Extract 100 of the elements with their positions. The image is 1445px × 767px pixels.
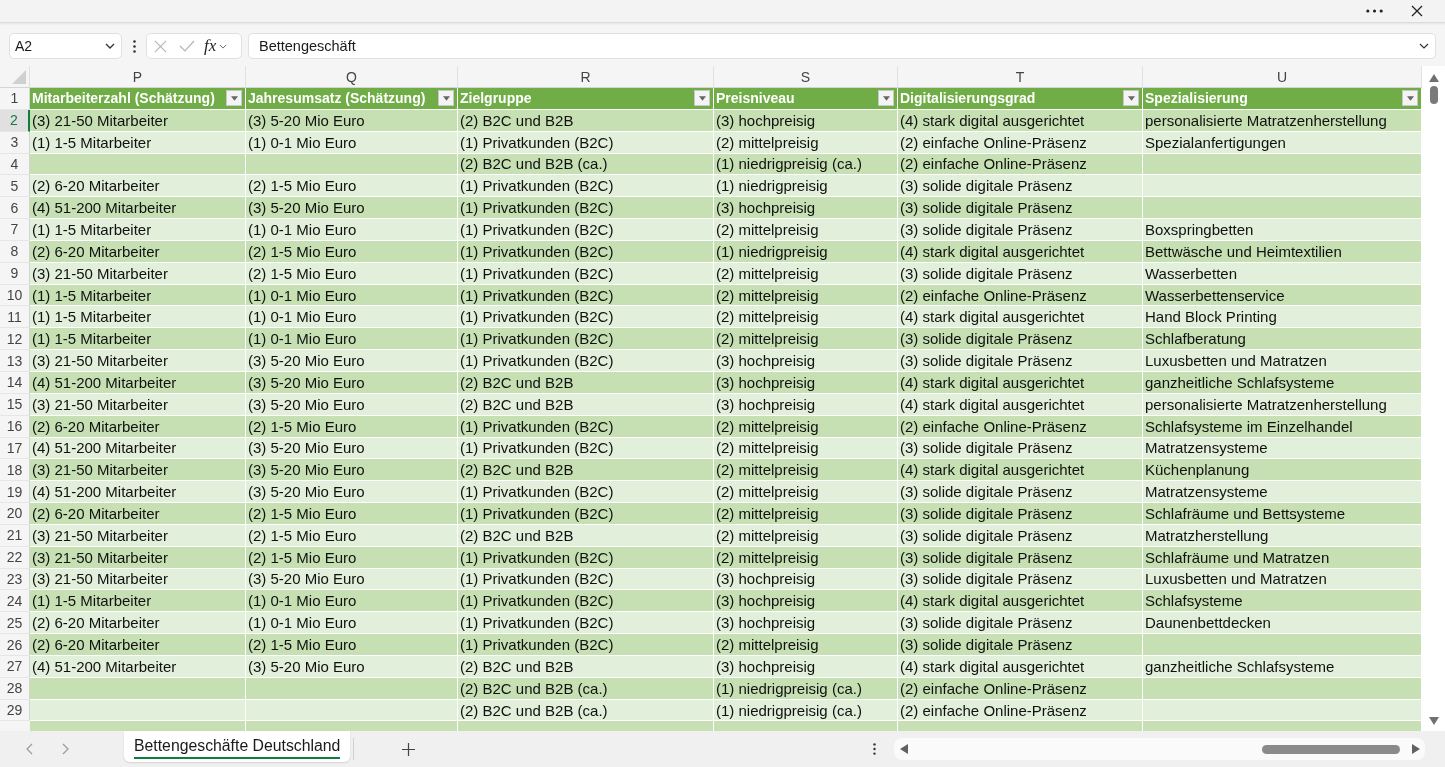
table-cell: Spezialanfertigungen [1143, 131, 1422, 154]
table-cell: (2) 1-5 Mio Euro [246, 415, 458, 438]
row-number: 7 [0, 219, 30, 241]
filter-button[interactable] [694, 90, 710, 107]
table-cell: (1) Privatkunden (B2C) [458, 131, 714, 154]
scroll-down-icon[interactable] [1428, 717, 1439, 725]
scrollbar-thumb[interactable] [1429, 86, 1438, 104]
table-cell: ganzheitliche Schlafsysteme [1143, 371, 1422, 394]
column-header: Digitalisierungsgrad [900, 90, 1036, 107]
row-number: 29 [0, 699, 30, 722]
table-cell: (2) mittelpreisig [714, 437, 898, 460]
table-cell: (3) 21-50 Mitarbeiter [30, 350, 246, 372]
table-cell: (4) 51-200 Mitarbeiter [30, 481, 246, 504]
row-number: 18 [0, 459, 30, 482]
row-number: 21 [0, 524, 30, 547]
table-cell: (1) Privatkunden (B2C) [458, 568, 714, 591]
table-cell: Schlafsysteme im Einzelhandel [1143, 415, 1422, 438]
row-number: 1 [0, 88, 30, 110]
table-cell: (1) niedrigpreisig [714, 175, 898, 198]
table-cell: (3) hochpreisig [714, 590, 898, 613]
table-cell: (3) 5-20 Mio Euro [246, 655, 458, 678]
formula-field[interactable]: Bettengeschäft [248, 33, 1436, 59]
table-cell: (2) 1-5 Mio Euro [246, 262, 458, 285]
table-cell: (1) 1-5 Mitarbeiter [30, 328, 246, 351]
table-cell: (2) 6-20 Mitarbeiter [30, 612, 246, 635]
table-cell: (1) Privatkunden (B2C) [458, 219, 714, 241]
table-cell: Wasserbettenservice [1143, 284, 1422, 307]
scroll-left-icon[interactable] [900, 744, 908, 754]
table-cell: (3) hochpreisig [714, 109, 898, 132]
table-cell: (1) Privatkunden (B2C) [458, 175, 714, 198]
table-cell: (3) hochpreisig [714, 371, 898, 394]
row-number: 23 [0, 568, 30, 591]
table-cell: (2) mittelpreisig [714, 481, 898, 504]
table-cell: personalisierte Matratzenherstellung [1143, 109, 1422, 132]
chevron-down-icon[interactable] [105, 43, 115, 49]
add-sheet-icon[interactable] [402, 742, 416, 756]
scroll-up-icon[interactable] [1428, 74, 1439, 82]
scrollbar-thumb[interactable] [1262, 744, 1400, 754]
table-cell: (2) mittelpreisig [714, 634, 898, 656]
table-cell: (3) 21-50 Mitarbeiter [30, 524, 246, 547]
table-cell: (3) solide digitale Präsenz [898, 350, 1143, 372]
filter-button[interactable] [226, 90, 242, 107]
table-cell: (2) B2C und B2B [458, 371, 714, 394]
more-vertical-icon[interactable] [873, 743, 876, 755]
table-cell: Bettwäsche und Heimtextilien [1143, 240, 1422, 263]
table-cell: (3) solide digitale Präsenz [898, 328, 1143, 351]
table-cell: (2) mittelpreisig [714, 415, 898, 438]
table-cell: (3) 21-50 Mitarbeiter [30, 546, 246, 569]
table-cell: (1) 0-1 Mio Euro [246, 219, 458, 241]
table-cell: (2) mittelpreisig [714, 284, 898, 307]
table-cell: (1) Privatkunden (B2C) [458, 328, 714, 351]
filter-button[interactable] [878, 90, 894, 107]
table-cell: (2) einfache Online-Präsenz [898, 153, 1143, 176]
filter-button[interactable] [1402, 90, 1418, 107]
table-cell: (4) stark digital ausgerichtet [898, 109, 1143, 132]
insert-function-button[interactable]: fx [204, 36, 217, 56]
table-cell: Schlafsysteme [1143, 590, 1422, 613]
table-cell: (3) hochpreisig [714, 197, 898, 220]
row-number: 3 [0, 131, 30, 154]
row-number: 19 [0, 481, 30, 504]
row-number: 5 [0, 175, 30, 198]
filter-button[interactable] [1123, 90, 1139, 107]
more-options-icon[interactable] [1366, 9, 1383, 13]
caret-down-icon [882, 95, 890, 101]
sheet-tab[interactable]: Bettengeschäfte Deutschland [124, 731, 351, 762]
table-cell: (3) solide digitale Präsenz [898, 546, 1143, 569]
close-icon[interactable] [1411, 5, 1423, 17]
column-header: Mitarbeiterzahl (Schätzung) [32, 90, 215, 107]
table-cell: (1) Privatkunden (B2C) [458, 415, 714, 438]
table-cell: (1) Privatkunden (B2C) [458, 284, 714, 307]
table-cell: (4) stark digital ausgerichtet [898, 371, 1143, 394]
column-header: Spezialisierung [1145, 90, 1248, 107]
table-cell: Matratzherstellung [1143, 524, 1422, 547]
column-letter: S [714, 66, 898, 88]
scroll-right-icon[interactable] [1412, 744, 1420, 754]
table-cell: (1) 0-1 Mio Euro [246, 590, 458, 613]
table-cell: Matratzensysteme [1143, 481, 1422, 504]
name-box[interactable]: A2 [9, 33, 122, 59]
table-cell: (1) 1-5 Mitarbeiter [30, 306, 246, 329]
check-icon[interactable] [179, 40, 195, 52]
table-cell: (1) Privatkunden (B2C) [458, 437, 714, 460]
table-cell: (3) hochpreisig [714, 393, 898, 416]
more-vertical-icon[interactable] [133, 39, 136, 53]
row-number: 26 [0, 634, 30, 656]
expand-chevron-icon[interactable] [1419, 43, 1429, 49]
column-header: Jahresumsatz (Schätzung) [248, 90, 426, 107]
table-cell: (2) einfache Online-Präsenz [898, 677, 1143, 700]
table-cell: (1) 0-1 Mio Euro [246, 328, 458, 351]
column-letter: R [458, 66, 714, 88]
row-number: 8 [0, 240, 30, 263]
table-cell: (3) hochpreisig [714, 612, 898, 635]
filter-button[interactable] [438, 90, 454, 107]
horizontal-scrollbar[interactable] [894, 738, 1425, 760]
table-cell: (1) niedrigpreisig (ca.) [714, 153, 898, 176]
table-cell: (1) Privatkunden (B2C) [458, 197, 714, 220]
table-cell: (3) 5-20 Mio Euro [246, 437, 458, 460]
table-cell: (3) 5-20 Mio Euro [246, 568, 458, 591]
table-cell: (1) Privatkunden (B2C) [458, 240, 714, 263]
row-number: 4 [0, 153, 30, 176]
table-cell: (1) 1-5 Mitarbeiter [30, 131, 246, 154]
